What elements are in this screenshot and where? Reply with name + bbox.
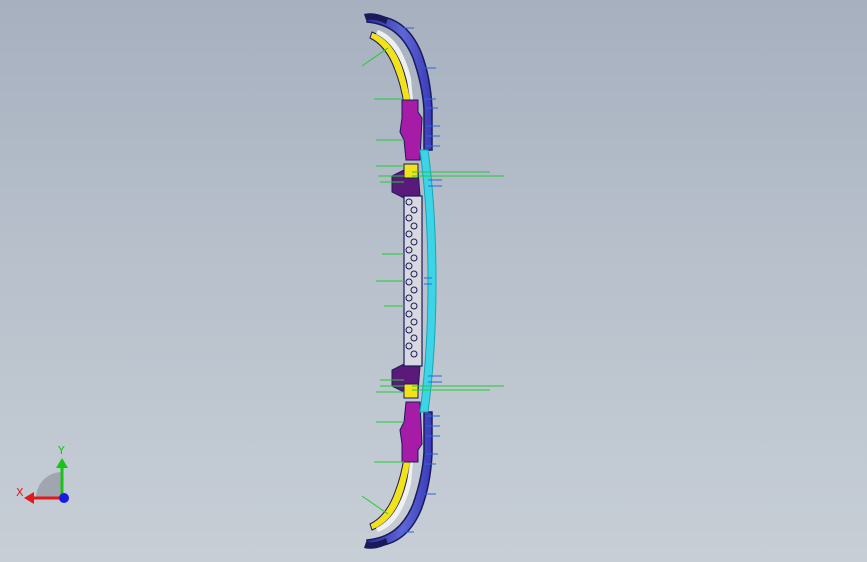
leader-line (361, 47, 389, 67)
z-axis-dot (59, 493, 69, 503)
triad-quadrant (36, 472, 62, 498)
magenta-clip-lower[interactable] (399, 401, 423, 463)
x-axis-label: X (16, 486, 24, 499)
magenta-clip-upper[interactable] (399, 99, 423, 161)
coordinate-triad[interactable]: X Y (16, 444, 69, 504)
graphics-viewport[interactable]: X Y (0, 0, 867, 562)
y-axis-arrow (56, 458, 68, 468)
y-axis-label: Y (57, 444, 65, 457)
leader-line (361, 495, 389, 515)
x-axis-arrow (24, 492, 34, 504)
model-view[interactable]: X Y (0, 0, 867, 562)
